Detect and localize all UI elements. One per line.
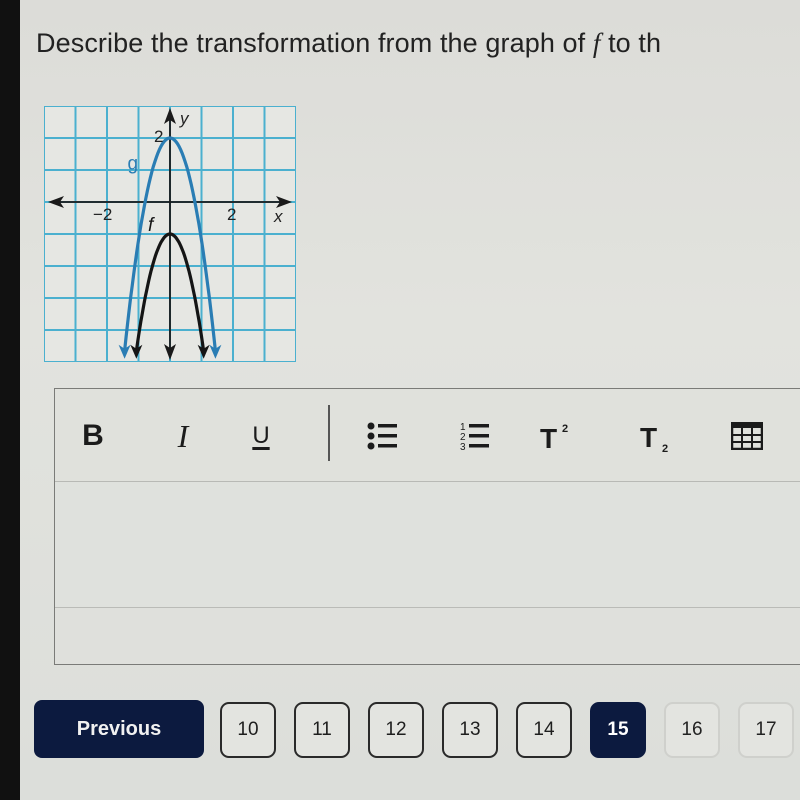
- svg-text:2: 2: [562, 423, 568, 435]
- editor-status-bar: [55, 607, 800, 664]
- page-button-14[interactable]: 14: [516, 702, 572, 758]
- bold-icon: B: [82, 419, 104, 452]
- toolbar-divider: [328, 405, 330, 461]
- numbered-list-button[interactable]: 1 2 3: [455, 419, 495, 453]
- page-button-10[interactable]: 10: [220, 702, 276, 758]
- y-tick-label: 2: [154, 127, 163, 146]
- y-axis-label: y: [179, 109, 190, 128]
- screen-bezel: [0, 0, 20, 800]
- question-text-after: to th: [600, 28, 662, 58]
- page-button-17[interactable]: 17: [738, 702, 794, 758]
- svg-text:T: T: [540, 423, 557, 452]
- italic-icon: I: [177, 417, 189, 454]
- svg-text:T: T: [640, 422, 657, 453]
- italic-button[interactable]: I: [167, 417, 199, 454]
- table-button[interactable]: [727, 419, 767, 453]
- bulleted-list-icon: [367, 422, 397, 450]
- page-button-13[interactable]: 13: [442, 702, 498, 758]
- subscript-icon: T 2: [640, 422, 668, 453]
- x-axis-label: x: [273, 207, 283, 226]
- function-graph: −2 22xygf: [44, 106, 296, 362]
- numbered-list-icon: 1 2 3: [460, 422, 489, 452]
- page-button-11[interactable]: 11: [294, 702, 350, 758]
- underline-icon: U: [252, 422, 270, 449]
- bulleted-list-button[interactable]: [363, 419, 403, 453]
- previous-button[interactable]: Previous: [34, 700, 204, 758]
- table-icon: [731, 422, 763, 450]
- rich-text-editor: B I U 1 2 3 T 2 T 2: [54, 388, 800, 665]
- page-button-16[interactable]: 16: [664, 702, 720, 758]
- subscript-button[interactable]: T 2: [635, 419, 679, 453]
- superscript-icon: T 2: [540, 423, 568, 452]
- answer-text-area[interactable]: [55, 482, 800, 607]
- curve-label-g: g: [127, 154, 138, 175]
- svg-text:2: 2: [662, 443, 668, 453]
- underline-button[interactable]: U: [245, 419, 277, 453]
- x-tick-label: 2: [227, 205, 236, 224]
- bold-button[interactable]: B: [77, 419, 109, 453]
- svg-text:3: 3: [460, 442, 466, 452]
- x-tick-label: −2: [93, 205, 112, 224]
- editor-toolbar: B I U 1 2 3 T 2 T 2: [55, 389, 800, 482]
- page-button-15[interactable]: 15: [590, 702, 646, 758]
- superscript-button[interactable]: T 2: [535, 419, 579, 453]
- question-prompt: Describe the transformation from the gra…: [36, 28, 661, 59]
- page-button-12[interactable]: 12: [368, 702, 424, 758]
- question-text-before: Describe the transformation from the gra…: [36, 28, 593, 58]
